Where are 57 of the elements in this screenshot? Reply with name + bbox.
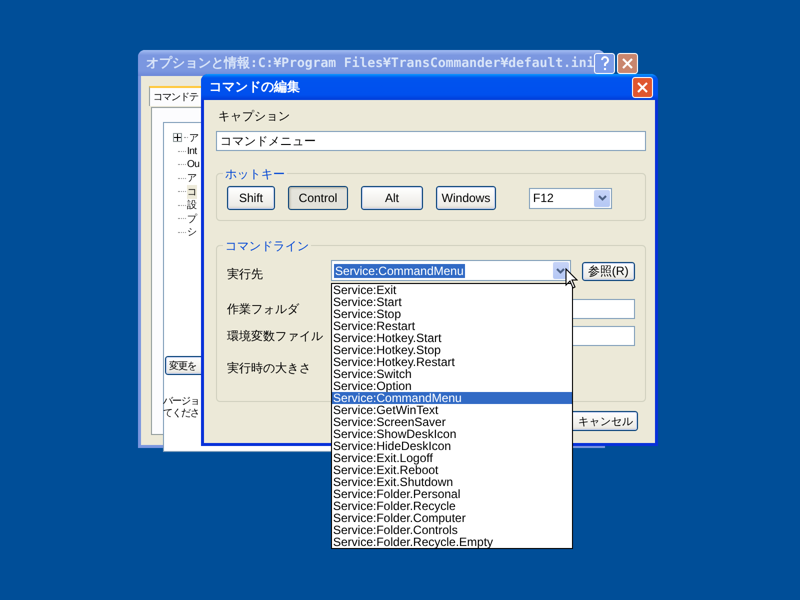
dropdown-option[interactable]: Service:Hotkey.Start bbox=[332, 332, 572, 344]
chevron-down-icon bbox=[598, 195, 606, 201]
tab[interactable]: コマンドテ bbox=[149, 86, 202, 106]
close-icon bbox=[622, 58, 634, 68]
target-label: 実行先 bbox=[227, 266, 264, 283]
note-text: てくださ bbox=[163, 408, 199, 420]
dropdown-option[interactable]: Service:Folder.Recycle bbox=[332, 500, 572, 512]
dropdown-option[interactable]: Service:Folder.Recycle.Empty bbox=[332, 536, 572, 548]
tree-item[interactable]: プ bbox=[187, 212, 196, 226]
dropdown-option[interactable]: Service:Folder.Controls bbox=[332, 524, 572, 536]
modifier-key-button[interactable]: Control bbox=[288, 186, 348, 210]
group-title: コマンドライン bbox=[223, 238, 311, 255]
target-select[interactable]: Service:CommandMenu bbox=[330, 260, 571, 281]
expand-icon[interactable] bbox=[173, 133, 182, 142]
dropdown-option[interactable]: Service:HideDeskIcon bbox=[332, 440, 572, 452]
tree-item[interactable]: コ bbox=[187, 184, 196, 199]
dropdown-option[interactable]: Service:Exit.Shutdown bbox=[332, 476, 572, 488]
tree-item[interactable]: ア bbox=[187, 171, 196, 186]
dropdown-option[interactable]: Service:Hotkey.Stop bbox=[332, 344, 572, 356]
dropdown-option[interactable]: Service:Option bbox=[332, 380, 572, 392]
question-mark-icon bbox=[600, 56, 610, 70]
close-button[interactable] bbox=[632, 76, 653, 98]
key-select[interactable]: F12 bbox=[529, 188, 612, 208]
modifier-key-button[interactable]: Alt bbox=[361, 186, 423, 210]
caption-label: キャプション bbox=[218, 108, 291, 125]
browse-button[interactable]: 参照(R) bbox=[582, 262, 635, 281]
work-folder-label: 作業フォルダ bbox=[227, 300, 300, 318]
run-size-label: 実行時の大きさ bbox=[227, 360, 311, 377]
dropdown-option[interactable]: Service:Exit bbox=[332, 284, 572, 296]
dropdown-option[interactable]: Service:Exit.Reboot bbox=[332, 464, 572, 476]
tree-item[interactable]: 設 bbox=[187, 198, 196, 212]
dropdown-option[interactable]: Service:CommandMenu bbox=[332, 392, 572, 404]
caption-field[interactable]: コマンドメニュー bbox=[216, 131, 646, 151]
dropdown-option[interactable]: Service:Restart bbox=[332, 320, 572, 332]
note-text: バージョ bbox=[163, 396, 199, 408]
dropdown-option[interactable]: Service:Stop bbox=[332, 308, 572, 320]
group-title: ホットキー bbox=[223, 166, 287, 183]
dropdown-option[interactable]: Service:Start bbox=[332, 296, 572, 308]
dropdown-option[interactable]: Service:Hotkey.Restart bbox=[332, 356, 572, 368]
dropdown-option[interactable]: Service:Exit.Logoff bbox=[332, 452, 572, 464]
close-button[interactable] bbox=[617, 52, 638, 74]
tree-item[interactable]: ア bbox=[189, 130, 198, 145]
modifier-key-button[interactable]: Shift bbox=[227, 186, 275, 210]
dropdown-option[interactable]: Service:Folder.Personal bbox=[332, 488, 572, 500]
tree-item[interactable]: Ou bbox=[187, 159, 200, 170]
window-title: オプションと情報:C:¥Program Files¥TransCommander¥default.ini bbox=[146, 54, 594, 72]
help-button[interactable] bbox=[594, 52, 616, 74]
dropdown-option[interactable]: Service:ShowDeskIcon bbox=[332, 428, 572, 440]
dropdown-option[interactable]: Service:Switch bbox=[332, 368, 572, 380]
tree-item[interactable]: シ bbox=[187, 225, 196, 240]
dropdown-option[interactable]: Service:Folder.Computer bbox=[332, 512, 572, 524]
chevron-down-icon bbox=[556, 268, 566, 274]
modifier-key-button[interactable]: Windows bbox=[436, 186, 496, 210]
env-file-label: 環境変数ファイル bbox=[227, 328, 324, 344]
tree-item[interactable]: Int bbox=[187, 146, 197, 157]
close-icon bbox=[637, 82, 648, 92]
window-title: コマンドの編集 bbox=[209, 79, 300, 96]
